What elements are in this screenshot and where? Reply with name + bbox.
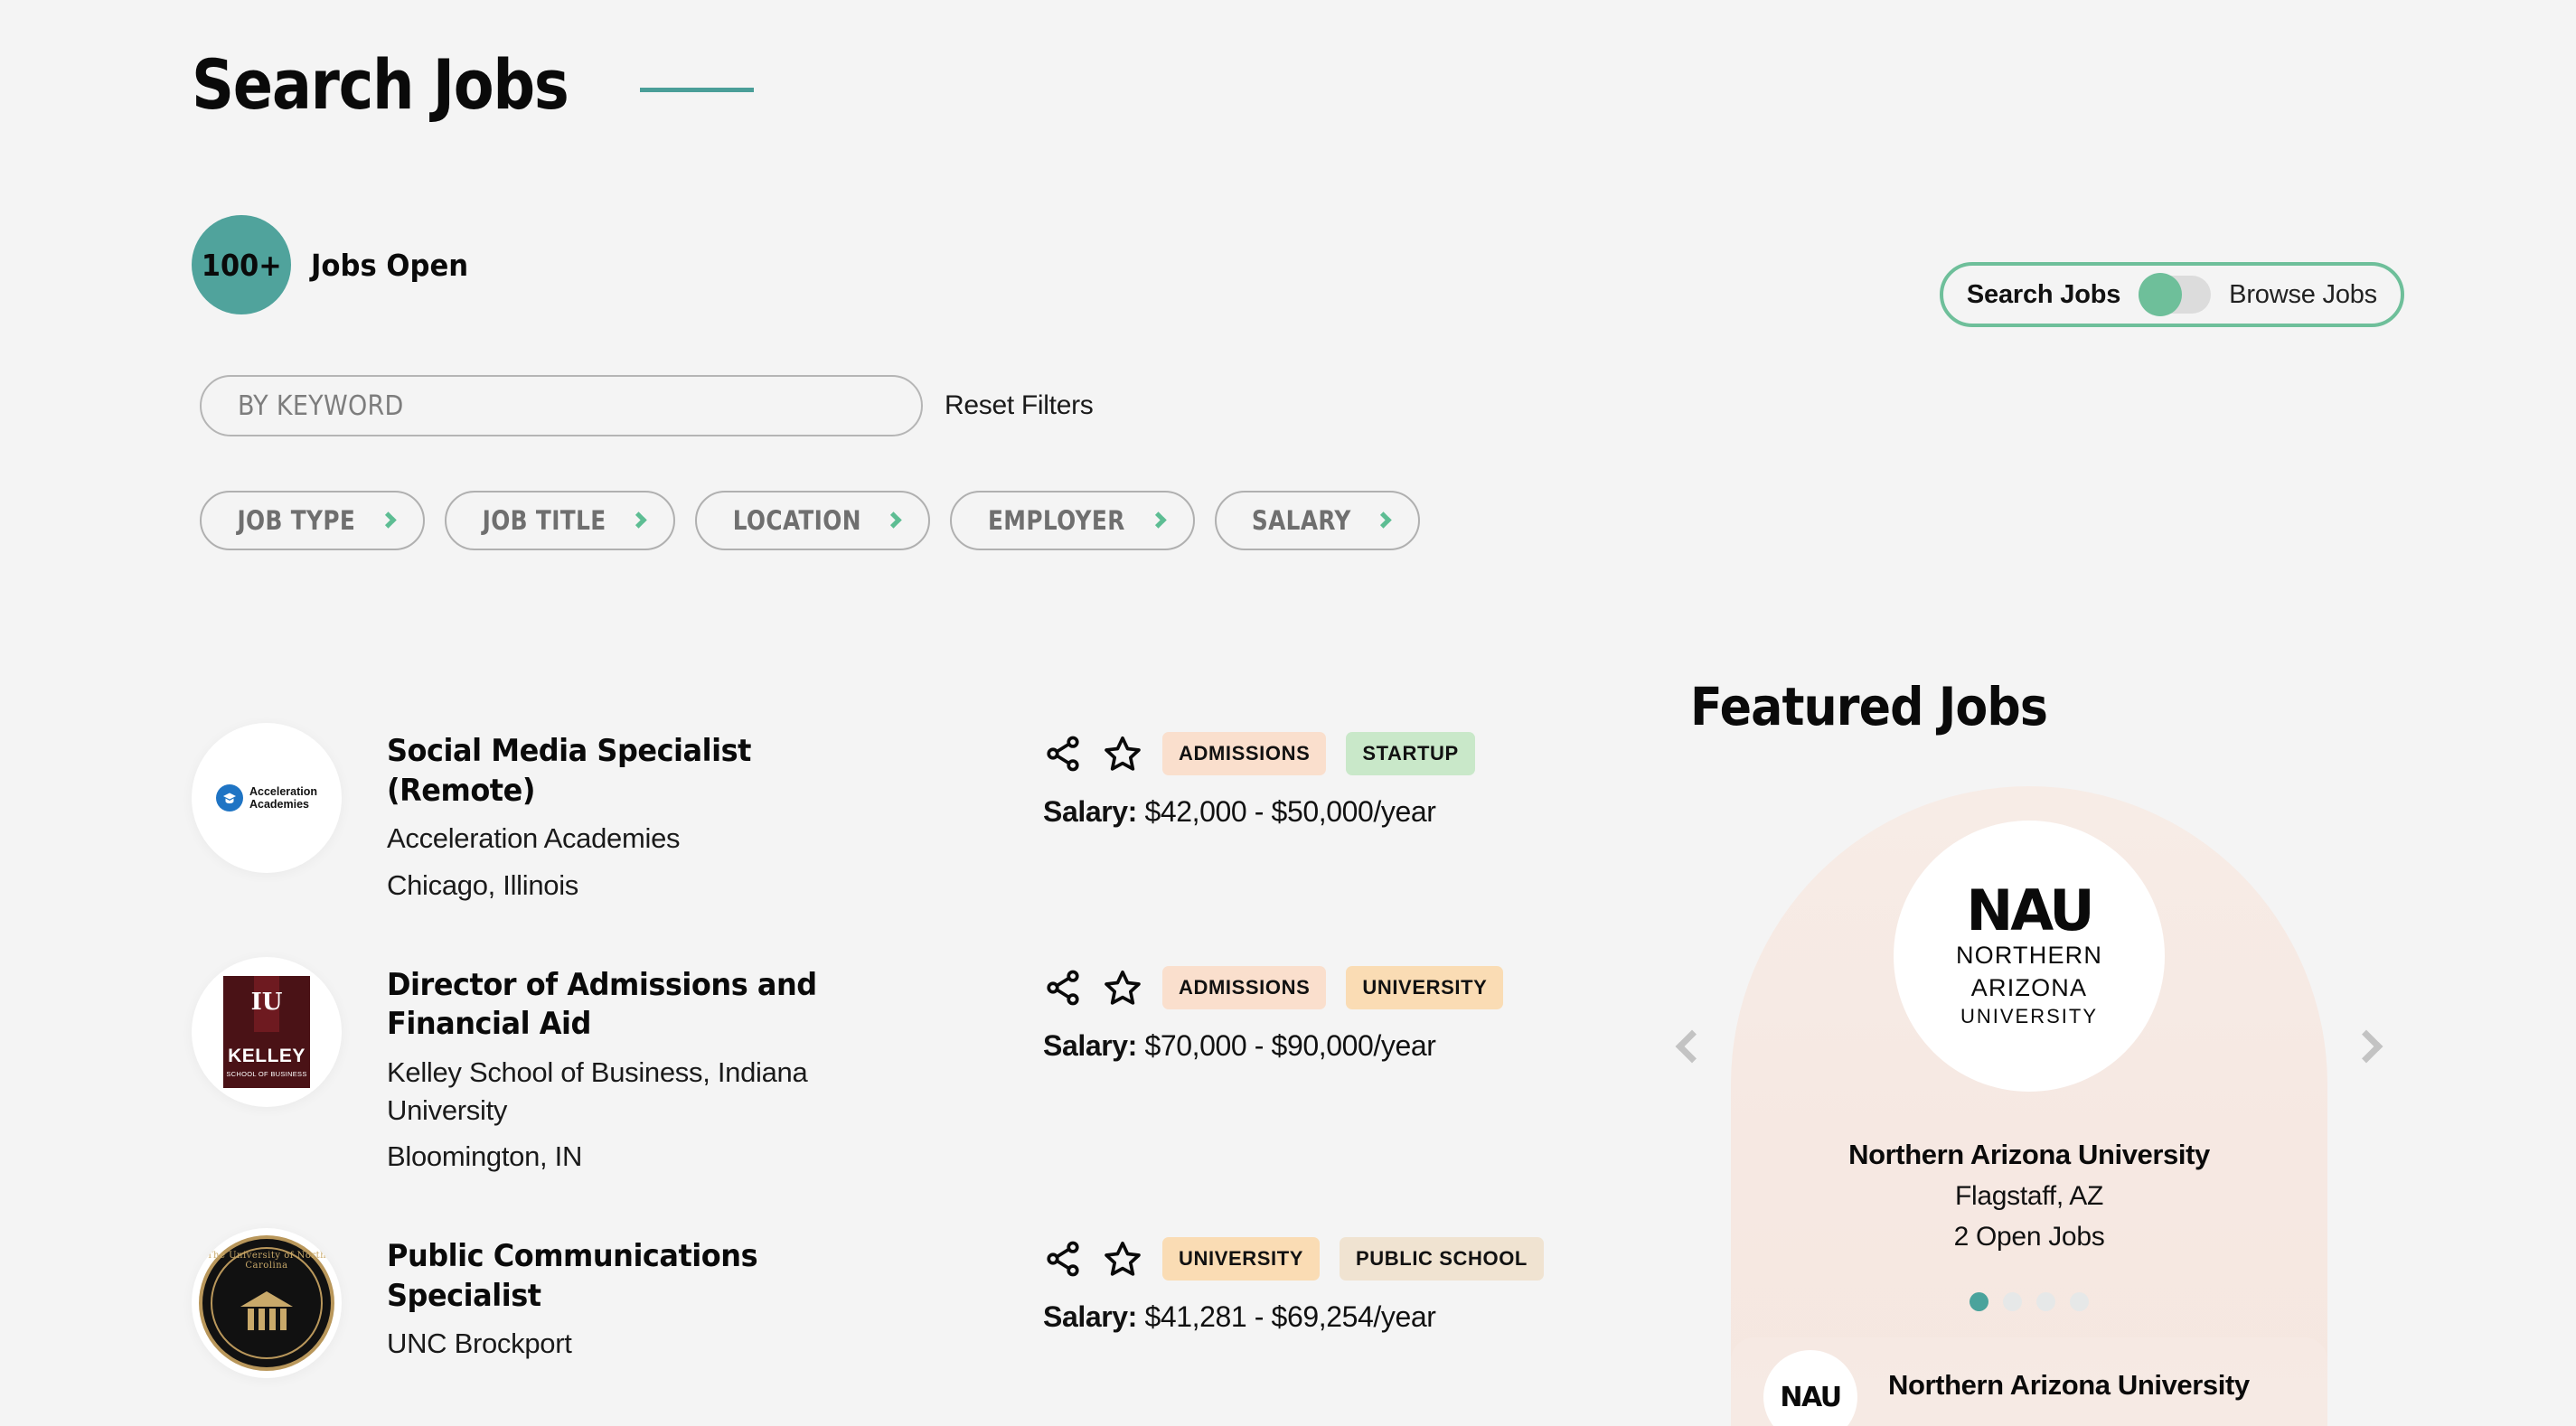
featured-employer-location: Flagstaff, AZ	[1731, 1181, 2327, 1212]
carousel-dot[interactable]	[2003, 1292, 2022, 1311]
featured-job-card-next[interactable]: NAU Northern Arizona University	[1731, 1337, 2327, 1426]
featured-jobs-heading: Featured Jobs	[1690, 676, 2047, 737]
kelley-school-of-business-logo: IU KELLEY SCHOOL OF BUSINESS	[192, 957, 342, 1107]
job-location: Bloomington, IN	[387, 1138, 893, 1176]
acceleration-academies-logo: AccelerationAcademies	[192, 723, 342, 873]
chevron-left-icon[interactable]	[1676, 1030, 1709, 1064]
salary-label: Salary:	[1043, 1300, 1137, 1333]
unc-seal-logo: The University of North Carolina	[192, 1228, 342, 1378]
jobs-open-label: Jobs Open	[311, 248, 468, 283]
toggle-knob	[2139, 273, 2182, 316]
featured-employer-name-next: Northern Arizona University	[1888, 1369, 2250, 1402]
job-title[interactable]: Public Communications Specialist	[387, 1237, 862, 1316]
carousel-dots	[1731, 1292, 2327, 1311]
job-salary: Salary: $70,000 - $90,000/year	[1043, 1029, 1503, 1063]
job-title[interactable]: Social Media Specialist (Remote)	[387, 732, 862, 811]
job-results-list: AccelerationAcademies Social Media Speci…	[192, 723, 1656, 1378]
job-list-item[interactable]: IU KELLEY SCHOOL OF BUSINESS Director of…	[192, 957, 1656, 1177]
nau-line3: UNIVERSITY	[1956, 1006, 2102, 1028]
toggle-label-search[interactable]: Search Jobs	[1967, 280, 2120, 310]
filter-label: JOB TITLE	[482, 505, 606, 536]
job-company: Kelley School of Business, Indiana Unive…	[387, 1054, 893, 1130]
job-list-item[interactable]: The University of North Carolina Public …	[192, 1228, 1656, 1378]
featured-employer-name: Northern Arizona University	[1731, 1139, 2327, 1171]
nau-line2: ARIZONA	[1956, 974, 2102, 1001]
chevron-right-icon	[886, 511, 902, 528]
job-salary: Salary: $41,281 - $69,254/year	[1043, 1300, 1544, 1334]
jobs-open-badge: 100+ Jobs Open	[192, 215, 480, 314]
job-tag[interactable]: ADMISSIONS	[1162, 732, 1326, 775]
toggle-label-browse[interactable]: Browse Jobs	[2229, 280, 2377, 310]
chevron-right-icon	[380, 511, 396, 528]
filter-job-type[interactable]: JOB TYPE	[200, 491, 425, 550]
salary-value: $70,000 - $90,000/year	[1144, 1029, 1435, 1062]
share-icon[interactable]	[1043, 968, 1083, 1008]
chevron-right-icon[interactable]	[2350, 1030, 2383, 1064]
filter-label: JOB TYPE	[237, 505, 355, 536]
featured-jobs-carousel: NAU NORTHERN ARIZONA UNIVERSITY Northern…	[1731, 786, 2327, 1426]
search-input[interactable]	[200, 375, 923, 436]
salary-value: $42,000 - $50,000/year	[1144, 795, 1435, 828]
reset-filters-link[interactable]: Reset Filters	[945, 390, 1093, 421]
filter-pill-row: JOB TYPE JOB TITLE LOCATION EMPLOYER SAL…	[200, 491, 1420, 550]
page-title: Search Jobs	[192, 51, 568, 119]
job-tag[interactable]: PUBLIC SCHOOL	[1340, 1237, 1544, 1281]
nau-logo: NAU NORTHERN ARIZONA UNIVERSITY	[1894, 821, 2165, 1092]
carousel-dot[interactable]	[2036, 1292, 2055, 1311]
job-title[interactable]: Director of Admissions and Financial Aid	[387, 966, 862, 1045]
job-tag[interactable]: ADMISSIONS	[1162, 966, 1326, 1009]
jobs-open-count-circle: 100+	[192, 215, 291, 314]
filter-location[interactable]: LOCATION	[695, 491, 931, 550]
title-underline-rule	[640, 88, 754, 92]
salary-label: Salary:	[1043, 1029, 1137, 1062]
filter-salary[interactable]: SALARY	[1215, 491, 1420, 550]
nau-wordmark-small: NAU	[1780, 1382, 1840, 1413]
nau-wordmark: NAU	[1956, 885, 2102, 938]
salary-label: Salary:	[1043, 795, 1137, 828]
job-tag[interactable]: STARTUP	[1346, 732, 1474, 775]
star-outline-icon[interactable]	[1103, 968, 1142, 1008]
job-location: Chicago, Illinois	[387, 867, 893, 905]
nau-line1: NORTHERN	[1956, 942, 2102, 969]
job-salary: Salary: $42,000 - $50,000/year	[1043, 795, 1475, 829]
page-header: Search Jobs	[192, 51, 754, 119]
job-list-item[interactable]: AccelerationAcademies Social Media Speci…	[192, 723, 1656, 905]
chevron-right-icon	[1150, 511, 1166, 528]
share-icon[interactable]	[1043, 734, 1083, 774]
job-company: Acceleration Academies	[387, 820, 893, 858]
carousel-dot[interactable]	[2070, 1292, 2089, 1311]
featured-open-jobs: 2 Open Jobs	[1731, 1222, 2327, 1252]
nau-logo-small: NAU	[1763, 1350, 1857, 1426]
salary-value: $41,281 - $69,254/year	[1144, 1300, 1435, 1333]
chevron-right-icon	[1375, 511, 1391, 528]
carousel-dot[interactable]	[1970, 1292, 1988, 1311]
jobs-open-count: 100+	[202, 248, 282, 283]
job-tag[interactable]: UNIVERSITY	[1162, 1237, 1320, 1281]
star-outline-icon[interactable]	[1103, 1239, 1142, 1279]
search-browse-toggle[interactable]: Search Jobs Browse Jobs	[1940, 262, 2404, 327]
toggle-switch[interactable]	[2139, 276, 2211, 314]
filter-job-title[interactable]: JOB TITLE	[445, 491, 675, 550]
job-tag[interactable]: UNIVERSITY	[1346, 966, 1503, 1009]
featured-job-card[interactable]: NAU NORTHERN ARIZONA UNIVERSITY Northern…	[1731, 786, 2327, 1410]
chevron-right-icon	[630, 511, 646, 528]
filter-label: EMPLOYER	[988, 505, 1125, 536]
filter-label: LOCATION	[733, 505, 861, 536]
job-company: UNC Brockport	[387, 1325, 893, 1363]
keyword-search-row: Reset Filters	[200, 375, 1093, 436]
filter-employer[interactable]: EMPLOYER	[950, 491, 1195, 550]
share-icon[interactable]	[1043, 1239, 1083, 1279]
search-jobs-page: Search Jobs 100+ Jobs Open Search Jobs B…	[0, 0, 2576, 1426]
star-outline-icon[interactable]	[1103, 734, 1142, 774]
filter-label: SALARY	[1252, 505, 1351, 536]
